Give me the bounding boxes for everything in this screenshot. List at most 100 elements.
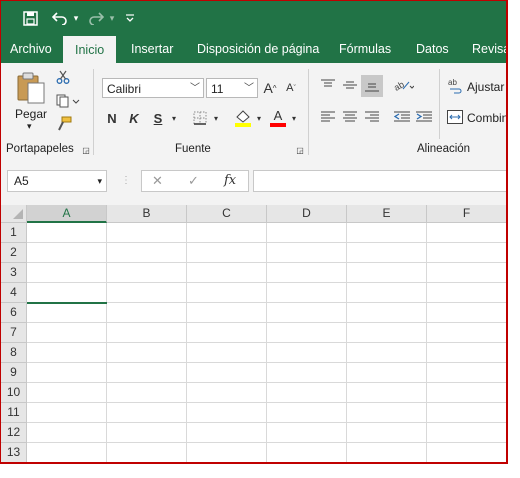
cell-f12[interactable] xyxy=(427,423,506,443)
column-header-c[interactable]: C xyxy=(187,205,267,223)
cell-a6[interactable] xyxy=(27,303,107,323)
copy-icon[interactable] xyxy=(55,93,81,109)
cell-e7[interactable] xyxy=(347,323,427,343)
clipboard-launcher-icon[interactable]: ◲ xyxy=(81,145,91,155)
cell-f7[interactable] xyxy=(427,323,506,343)
cell-a2[interactable] xyxy=(27,243,107,263)
merge-center-button[interactable]: Combin xyxy=(467,111,506,125)
cell-c3[interactable] xyxy=(187,263,267,283)
tab-revisar[interactable]: Revisar xyxy=(472,35,506,63)
fill-color-icon[interactable] xyxy=(233,107,253,129)
font-color-dropdown-icon[interactable]: ▾ xyxy=(289,111,299,125)
column-header-b[interactable]: B xyxy=(107,205,187,223)
cell-d6[interactable] xyxy=(267,303,347,323)
cell-c9[interactable] xyxy=(187,363,267,383)
cell-e2[interactable] xyxy=(347,243,427,263)
cell-b7[interactable] xyxy=(107,323,187,343)
grow-font-button[interactable]: A ^ xyxy=(262,78,278,98)
tab-archivo[interactable]: Archivo xyxy=(10,35,52,63)
underline-button[interactable]: S xyxy=(151,109,165,127)
underline-dropdown-icon[interactable]: ▾ xyxy=(169,111,179,125)
cell-f13[interactable] xyxy=(427,443,506,462)
font-launcher-icon[interactable]: ◲ xyxy=(295,145,305,155)
cell-a12[interactable] xyxy=(27,423,107,443)
row-header-12[interactable]: 12 xyxy=(1,423,27,443)
tab-formulas[interactable]: Fórmulas xyxy=(339,35,391,63)
cell-e3[interactable] xyxy=(347,263,427,283)
cell-c6[interactable] xyxy=(187,303,267,323)
cell-c4[interactable] xyxy=(187,283,267,303)
cell-d9[interactable] xyxy=(267,363,347,383)
cell-e6[interactable] xyxy=(347,303,427,323)
cell-a8[interactable] xyxy=(27,343,107,363)
font-name-combo[interactable]: Calibri ﹀ xyxy=(102,78,204,98)
enter-icon[interactable]: ✓ xyxy=(188,173,199,189)
row-header-7[interactable]: 7 xyxy=(1,323,27,343)
cell-b10[interactable] xyxy=(107,383,187,403)
undo-dropdown-icon[interactable]: ▾ xyxy=(67,9,85,27)
italic-button[interactable]: K xyxy=(127,109,141,127)
wrap-text-icon[interactable]: ab xyxy=(447,77,463,95)
row-header-8[interactable]: 8 xyxy=(1,343,27,363)
cell-d13[interactable] xyxy=(267,443,347,462)
align-right-icon[interactable] xyxy=(363,109,381,125)
insert-function-icon[interactable]: fx xyxy=(224,173,236,188)
cell-e10[interactable] xyxy=(347,383,427,403)
row-header-2[interactable]: 2 xyxy=(1,243,27,263)
shrink-font-button[interactable]: Aˇ xyxy=(283,78,299,98)
format-painter-icon[interactable] xyxy=(55,115,73,133)
cell-d4[interactable] xyxy=(267,283,347,303)
row-header-3[interactable]: 3 xyxy=(1,263,27,283)
font-color-button[interactable]: A xyxy=(269,107,287,129)
cell-a13[interactable] xyxy=(27,443,107,462)
save-icon[interactable] xyxy=(21,9,39,27)
cell-b1[interactable] xyxy=(107,223,187,243)
wrap-text-button[interactable]: Ajustar t xyxy=(467,80,506,94)
cell-a10[interactable] xyxy=(27,383,107,403)
cell-c1[interactable] xyxy=(187,223,267,243)
cell-b2[interactable] xyxy=(107,243,187,263)
column-header-f[interactable]: F xyxy=(427,205,506,223)
cell-e8[interactable] xyxy=(347,343,427,363)
paste-button[interactable]: Pegar ▾ xyxy=(13,69,49,133)
cell-f11[interactable] xyxy=(427,403,506,423)
cut-icon[interactable] xyxy=(55,69,71,85)
cell-e13[interactable] xyxy=(347,443,427,462)
tab-disposicion[interactable]: Disposición de página xyxy=(197,35,319,63)
cell-f8[interactable] xyxy=(427,343,506,363)
align-center-icon[interactable] xyxy=(341,109,359,125)
cell-d11[interactable] xyxy=(267,403,347,423)
cell-f1[interactable] xyxy=(427,223,506,243)
tab-datos[interactable]: Datos xyxy=(416,35,449,63)
row-header-6[interactable]: 6 xyxy=(1,303,27,323)
cell-c10[interactable] xyxy=(187,383,267,403)
cell-c12[interactable] xyxy=(187,423,267,443)
row-header-10[interactable]: 10 xyxy=(1,383,27,403)
cell-d1[interactable] xyxy=(267,223,347,243)
orientation-icon[interactable]: ab xyxy=(393,77,415,93)
cell-d10[interactable] xyxy=(267,383,347,403)
cell-d12[interactable] xyxy=(267,423,347,443)
name-box[interactable]: A5 ▾ xyxy=(7,170,107,192)
bold-button[interactable]: N xyxy=(105,109,119,127)
cell-f2[interactable] xyxy=(427,243,506,263)
cell-d8[interactable] xyxy=(267,343,347,363)
cell-e4[interactable] xyxy=(347,283,427,303)
cell-d3[interactable] xyxy=(267,263,347,283)
row-header-4[interactable]: 4 xyxy=(1,283,27,303)
column-header-d[interactable]: D xyxy=(267,205,347,223)
tab-insertar[interactable]: Insertar xyxy=(131,35,173,63)
borders-dropdown-icon[interactable]: ▾ xyxy=(211,111,221,125)
cell-b4[interactable] xyxy=(107,283,187,303)
cell-f10[interactable] xyxy=(427,383,506,403)
cell-a11[interactable] xyxy=(27,403,107,423)
align-middle-icon[interactable] xyxy=(341,77,359,93)
cell-b12[interactable] xyxy=(107,423,187,443)
fill-color-dropdown-icon[interactable]: ▾ xyxy=(254,111,264,125)
row-header-13[interactable]: 13 xyxy=(1,443,27,462)
tab-inicio[interactable]: Inicio xyxy=(63,36,117,64)
cell-a7[interactable] xyxy=(27,323,107,343)
cell-b13[interactable] xyxy=(107,443,187,462)
cell-a4[interactable] xyxy=(27,283,107,303)
font-size-combo[interactable]: 11 ﹀ xyxy=(206,78,258,98)
